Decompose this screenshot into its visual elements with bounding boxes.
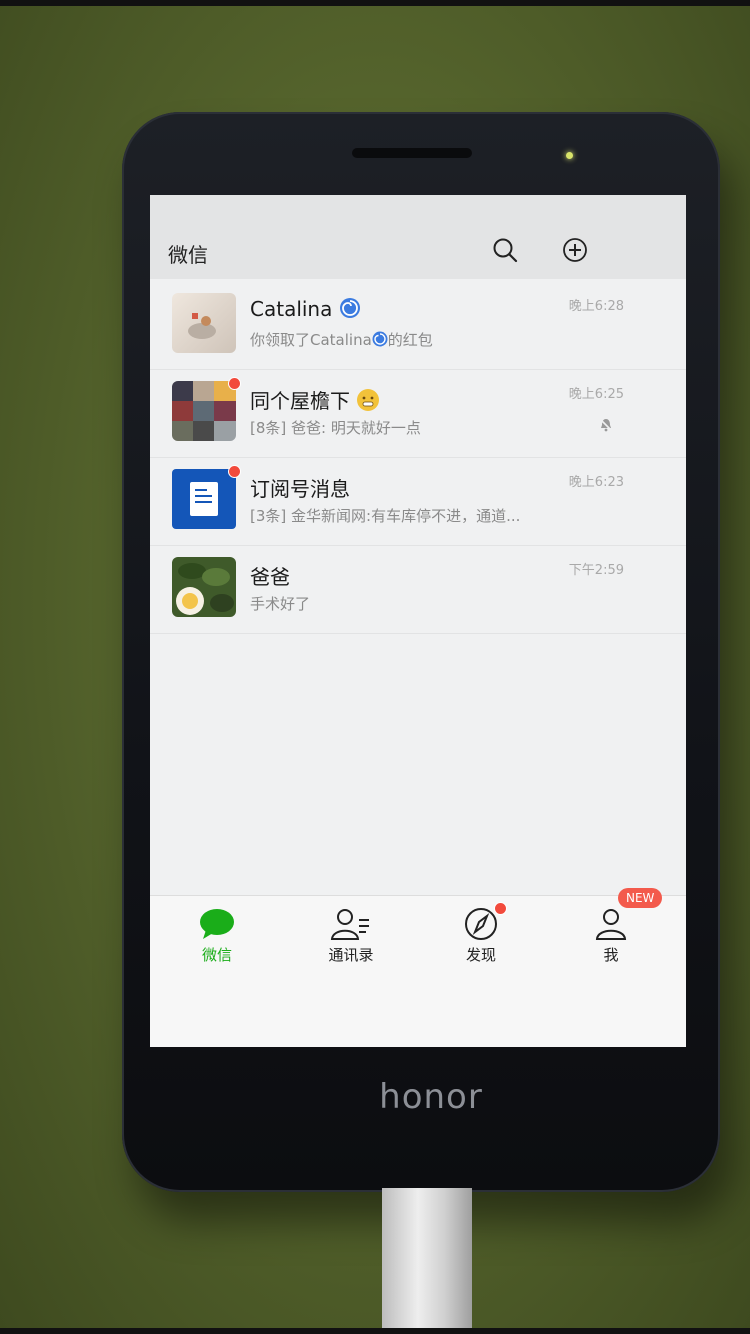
earpiece (352, 148, 472, 158)
page-title: 微信 (168, 243, 208, 267)
avatar (172, 293, 236, 353)
mute-bell-icon (599, 418, 613, 432)
avatar (172, 381, 236, 441)
chat-name: Catalina (250, 297, 361, 321)
discover-red-dot (494, 902, 507, 915)
tab-label: 通讯录 (328, 946, 374, 964)
chat-name: 同个屋檐下 (250, 385, 380, 414)
front-led (566, 152, 573, 159)
swirl-icon (372, 331, 388, 347)
tab-label: 微信 (201, 946, 232, 964)
chat-time: 晚上6:25 (568, 387, 624, 402)
chat-preview: 你领取了Catalina 的红包 (250, 331, 433, 349)
frame-top-bar (0, 0, 750, 6)
usb-cable (382, 1188, 472, 1334)
app-header: 微信 (150, 195, 686, 279)
frame-bottom-bar (0, 1328, 750, 1334)
chat-row-catalina[interactable]: Catalina 你领取了Catalina 的红包 晚上6:28 (150, 281, 686, 370)
avatar (172, 557, 236, 617)
chat-preview: [8条] 爸爸: 明天就好一点 (250, 419, 421, 437)
add-icon[interactable] (560, 235, 590, 265)
bottom-tab-bar: 微信 通讯录 发现 我 NEW (150, 888, 686, 1047)
tab-label: 我 (603, 946, 619, 964)
chat-row-group[interactable]: 同个屋檐下 [8条] 爸爸: 明天就好一点 晚上6:25 (150, 369, 686, 458)
emoji-icon (357, 389, 380, 411)
unread-dot (228, 465, 241, 478)
profile-icon (595, 909, 627, 940)
chat-time: 晚上6:28 (568, 299, 624, 314)
unread-dot (228, 377, 241, 390)
chat-preview: 手术好了 (250, 595, 311, 613)
avatar (172, 469, 236, 529)
chat-name: 订阅号消息 (250, 477, 350, 501)
tab-contacts[interactable]: 通讯录 (306, 906, 396, 996)
contacts-icon (330, 909, 369, 940)
chat-time: 晚上6:23 (568, 475, 624, 490)
swirl-icon (339, 298, 360, 318)
brand-logo: honor (379, 1077, 483, 1117)
chat-name: 爸爸 (250, 565, 290, 589)
chat-bubble-icon (200, 909, 234, 939)
tab-me[interactable]: 我 (566, 906, 656, 996)
chat-row-subscriptions[interactable]: 订阅号消息 [3条] 金华新闻网:有车库停不进，通道... 晚上6:23 (150, 457, 686, 546)
app-screen: 微信 Catalina 你领取了Catalina 的红包 晚上6:28 同个屋檐… (150, 195, 686, 1047)
search-icon[interactable] (490, 235, 520, 265)
tab-label: 发现 (465, 946, 496, 964)
tab-discover[interactable]: 发现 (436, 902, 526, 996)
chat-row-dad[interactable]: 爸爸 手术好了 下午2:59 (150, 545, 686, 634)
chat-time: 下午2:59 (568, 563, 624, 578)
new-badge: NEW (618, 888, 663, 908)
chat-preview: [3条] 金华新闻网:有车库停不进，通道... (250, 507, 521, 525)
tab-chats[interactable]: 微信 (172, 906, 262, 996)
